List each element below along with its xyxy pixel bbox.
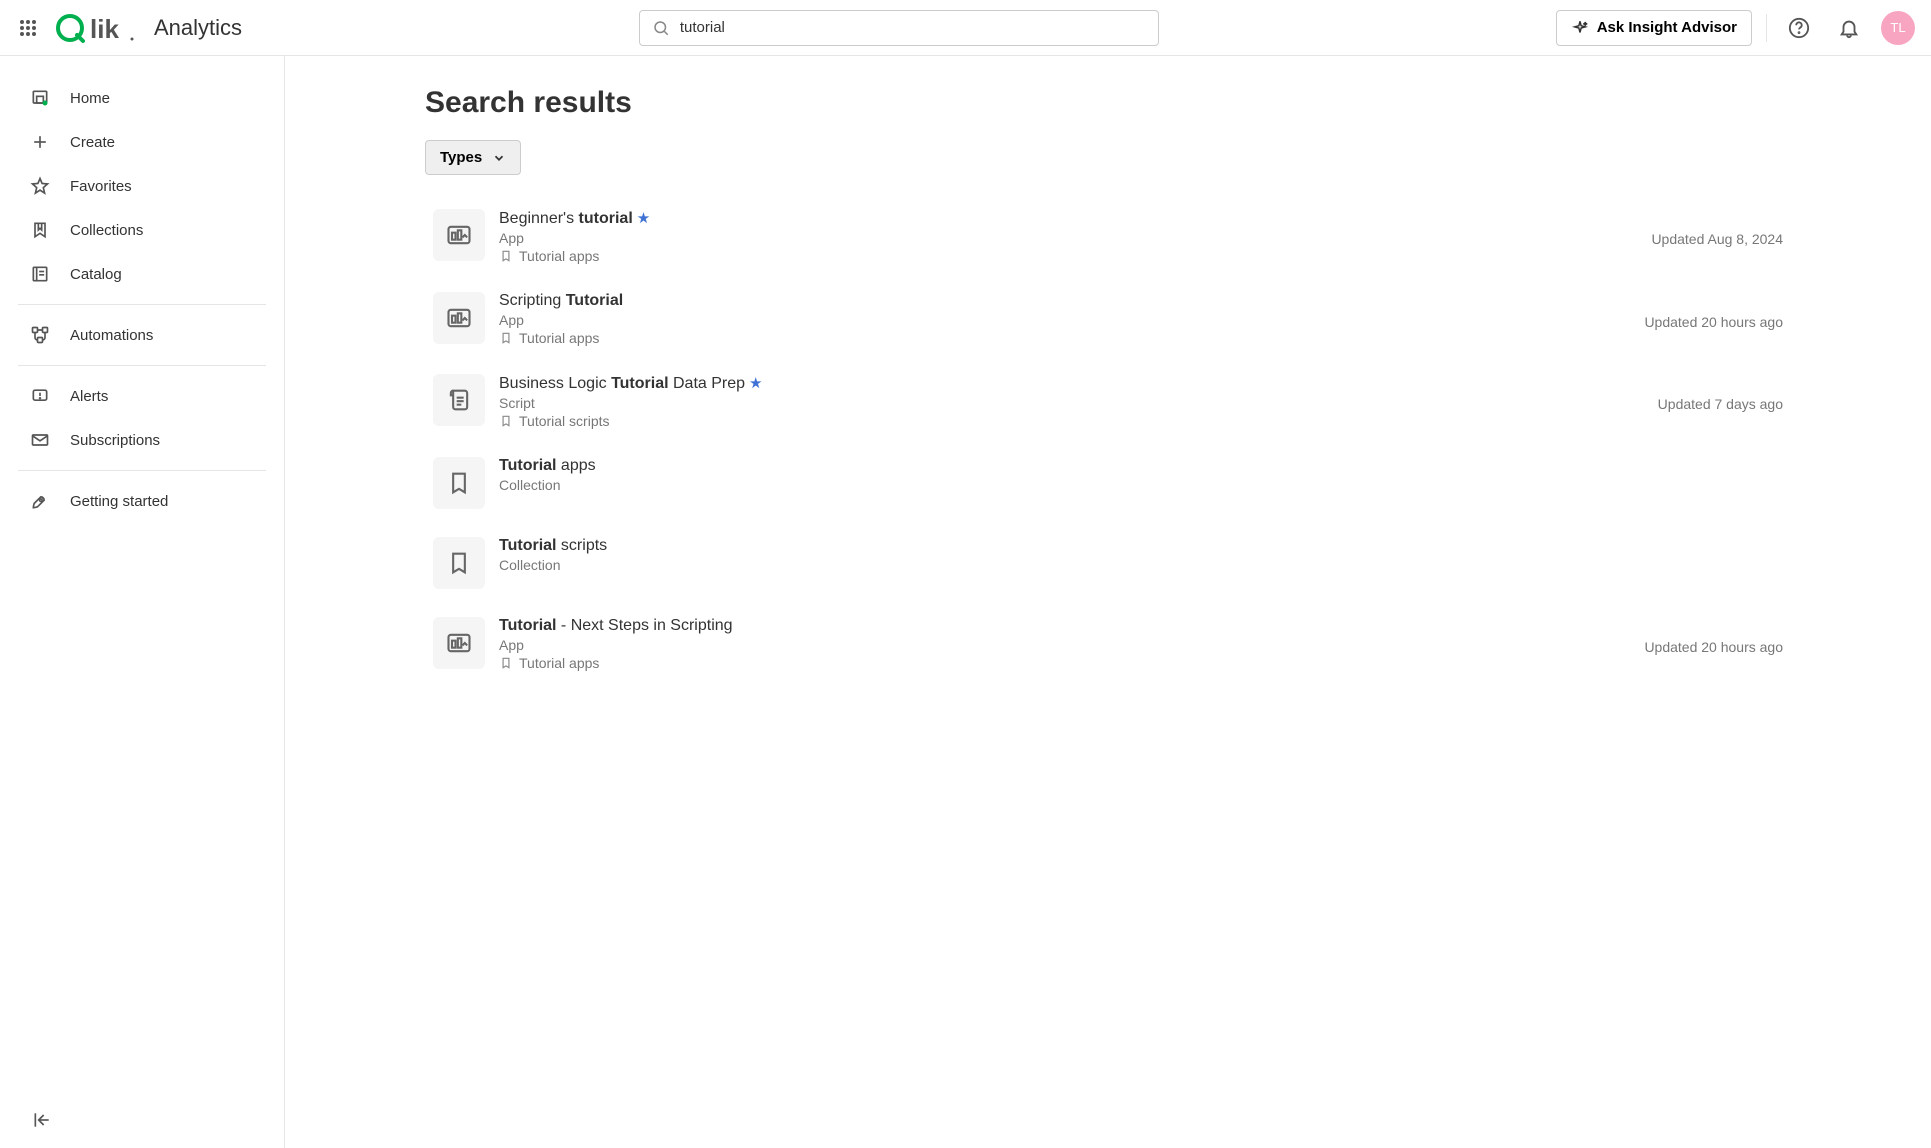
collection-icon <box>433 537 485 589</box>
search-box[interactable] <box>639 10 1159 46</box>
sidebar-item-label: Getting started <box>70 493 168 510</box>
result-collection: Tutorial scripts <box>499 413 1658 429</box>
chevron-down-icon <box>492 151 506 165</box>
catalog-icon <box>30 264 50 284</box>
page-title: Search results <box>425 86 1791 120</box>
sidebar-item-catalog[interactable]: Catalog <box>0 252 284 296</box>
user-avatar[interactable]: TL <box>1881 11 1915 45</box>
mail-icon <box>30 430 50 450</box>
divider <box>1766 14 1767 42</box>
collection-icon <box>433 457 485 509</box>
result-updated: Updated Aug 8, 2024 <box>1651 209 1783 264</box>
qlik-logo[interactable]: lik <box>56 12 136 44</box>
search-result-row[interactable]: Tutorial scripts Collection <box>425 523 1791 603</box>
script-icon <box>433 374 485 426</box>
results-list: Beginner's tutorial★ App Tutorial apps U… <box>425 195 1791 685</box>
collapse-sidebar-icon[interactable] <box>30 1108 54 1132</box>
favorite-star-icon: ★ <box>637 210 650 227</box>
sidebar-item-label: Catalog <box>70 266 122 283</box>
bookmark-icon <box>499 331 513 345</box>
insight-label: Ask Insight Advisor <box>1597 19 1737 36</box>
star-icon <box>30 176 50 196</box>
search-result-row[interactable]: Beginner's tutorial★ App Tutorial apps U… <box>425 195 1791 278</box>
types-label: Types <box>440 149 482 166</box>
result-collection: Tutorial apps <box>499 330 1644 346</box>
sidebar-item-label: Collections <box>70 222 143 239</box>
sidebar-item-label: Subscriptions <box>70 432 160 449</box>
app-icon <box>433 292 485 344</box>
main-content: Search results Types Beginner's tutorial… <box>285 56 1931 1148</box>
sidebar-item-getting-started[interactable]: Getting started <box>0 479 284 523</box>
result-updated: Updated 7 days ago <box>1658 374 1783 429</box>
sidebar-item-alerts[interactable]: Alerts <box>0 374 284 418</box>
ask-insight-advisor-button[interactable]: Ask Insight Advisor <box>1556 10 1752 46</box>
bookmark-icon <box>499 249 513 263</box>
header-right: Ask Insight Advisor TL <box>1556 10 1915 46</box>
search-result-row[interactable]: Business Logic Tutorial Data Prep★ Scrip… <box>425 360 1791 443</box>
bookmark-icon <box>499 656 513 670</box>
result-title: Business Logic Tutorial Data Prep★ <box>499 374 1658 393</box>
sidebar-divider <box>18 365 266 366</box>
home-icon <box>30 88 50 108</box>
search-wrapper <box>242 10 1556 46</box>
top-header: lik Analytics Ask Insight Advisor TL <box>0 0 1931 56</box>
bookmark-icon <box>499 414 513 428</box>
types-filter-button[interactable]: Types <box>425 140 521 175</box>
sidebar-item-label: Create <box>70 134 115 151</box>
notifications-icon[interactable] <box>1831 10 1867 46</box>
help-icon[interactable] <box>1781 10 1817 46</box>
automation-icon <box>30 325 50 345</box>
result-title: Tutorial - Next Steps in Scripting <box>499 617 1644 635</box>
bookmark-icon <box>30 220 50 240</box>
result-collection: Tutorial apps <box>499 248 1651 264</box>
sidebar-item-home[interactable]: Home <box>0 76 284 120</box>
rocket-icon <box>30 491 50 511</box>
result-title: Beginner's tutorial★ <box>499 209 1651 228</box>
search-icon <box>652 19 670 37</box>
favorite-star-icon: ★ <box>749 375 762 392</box>
sidebar-item-favorites[interactable]: Favorites <box>0 164 284 208</box>
result-collection: Tutorial apps <box>499 655 1644 671</box>
app-icon <box>433 617 485 669</box>
app-launcher-icon[interactable] <box>16 16 40 40</box>
result-title: Tutorial apps <box>499 457 1783 475</box>
sidebar-divider <box>18 470 266 471</box>
search-result-row[interactable]: Tutorial - Next Steps in Scripting App T… <box>425 603 1791 685</box>
sidebar-item-label: Alerts <box>70 388 108 405</box>
product-name: Analytics <box>154 15 242 41</box>
result-type: Collection <box>499 477 1783 493</box>
search-result-row[interactable]: Scripting Tutorial App Tutorial apps Upd… <box>425 278 1791 360</box>
sidebar-item-create[interactable]: Create <box>0 120 284 164</box>
result-title: Scripting Tutorial <box>499 292 1644 310</box>
layout: Home Create Favorites Collections Catalo… <box>0 56 1931 1148</box>
sidebar-item-label: Home <box>70 90 110 107</box>
search-input[interactable] <box>680 19 1146 36</box>
sidebar-divider <box>18 304 266 305</box>
sparkle-icon <box>1571 19 1589 37</box>
svg-text:lik: lik <box>90 14 119 44</box>
sidebar-item-automations[interactable]: Automations <box>0 313 284 357</box>
alert-icon <box>30 386 50 406</box>
result-type: App <box>499 637 1644 653</box>
search-result-row[interactable]: Tutorial apps Collection <box>425 443 1791 523</box>
sidebar: Home Create Favorites Collections Catalo… <box>0 56 285 1148</box>
result-updated: Updated 20 hours ago <box>1644 292 1783 346</box>
plus-icon <box>30 132 50 152</box>
app-icon <box>433 209 485 261</box>
sidebar-item-collections[interactable]: Collections <box>0 208 284 252</box>
result-type: Collection <box>499 557 1783 573</box>
result-type: App <box>499 312 1644 328</box>
result-type: Script <box>499 395 1658 411</box>
result-title: Tutorial scripts <box>499 537 1783 555</box>
sidebar-item-label: Automations <box>70 327 153 344</box>
result-updated: Updated 20 hours ago <box>1644 617 1783 671</box>
result-type: App <box>499 230 1651 246</box>
sidebar-item-label: Favorites <box>70 178 132 195</box>
sidebar-item-subscriptions[interactable]: Subscriptions <box>0 418 284 462</box>
